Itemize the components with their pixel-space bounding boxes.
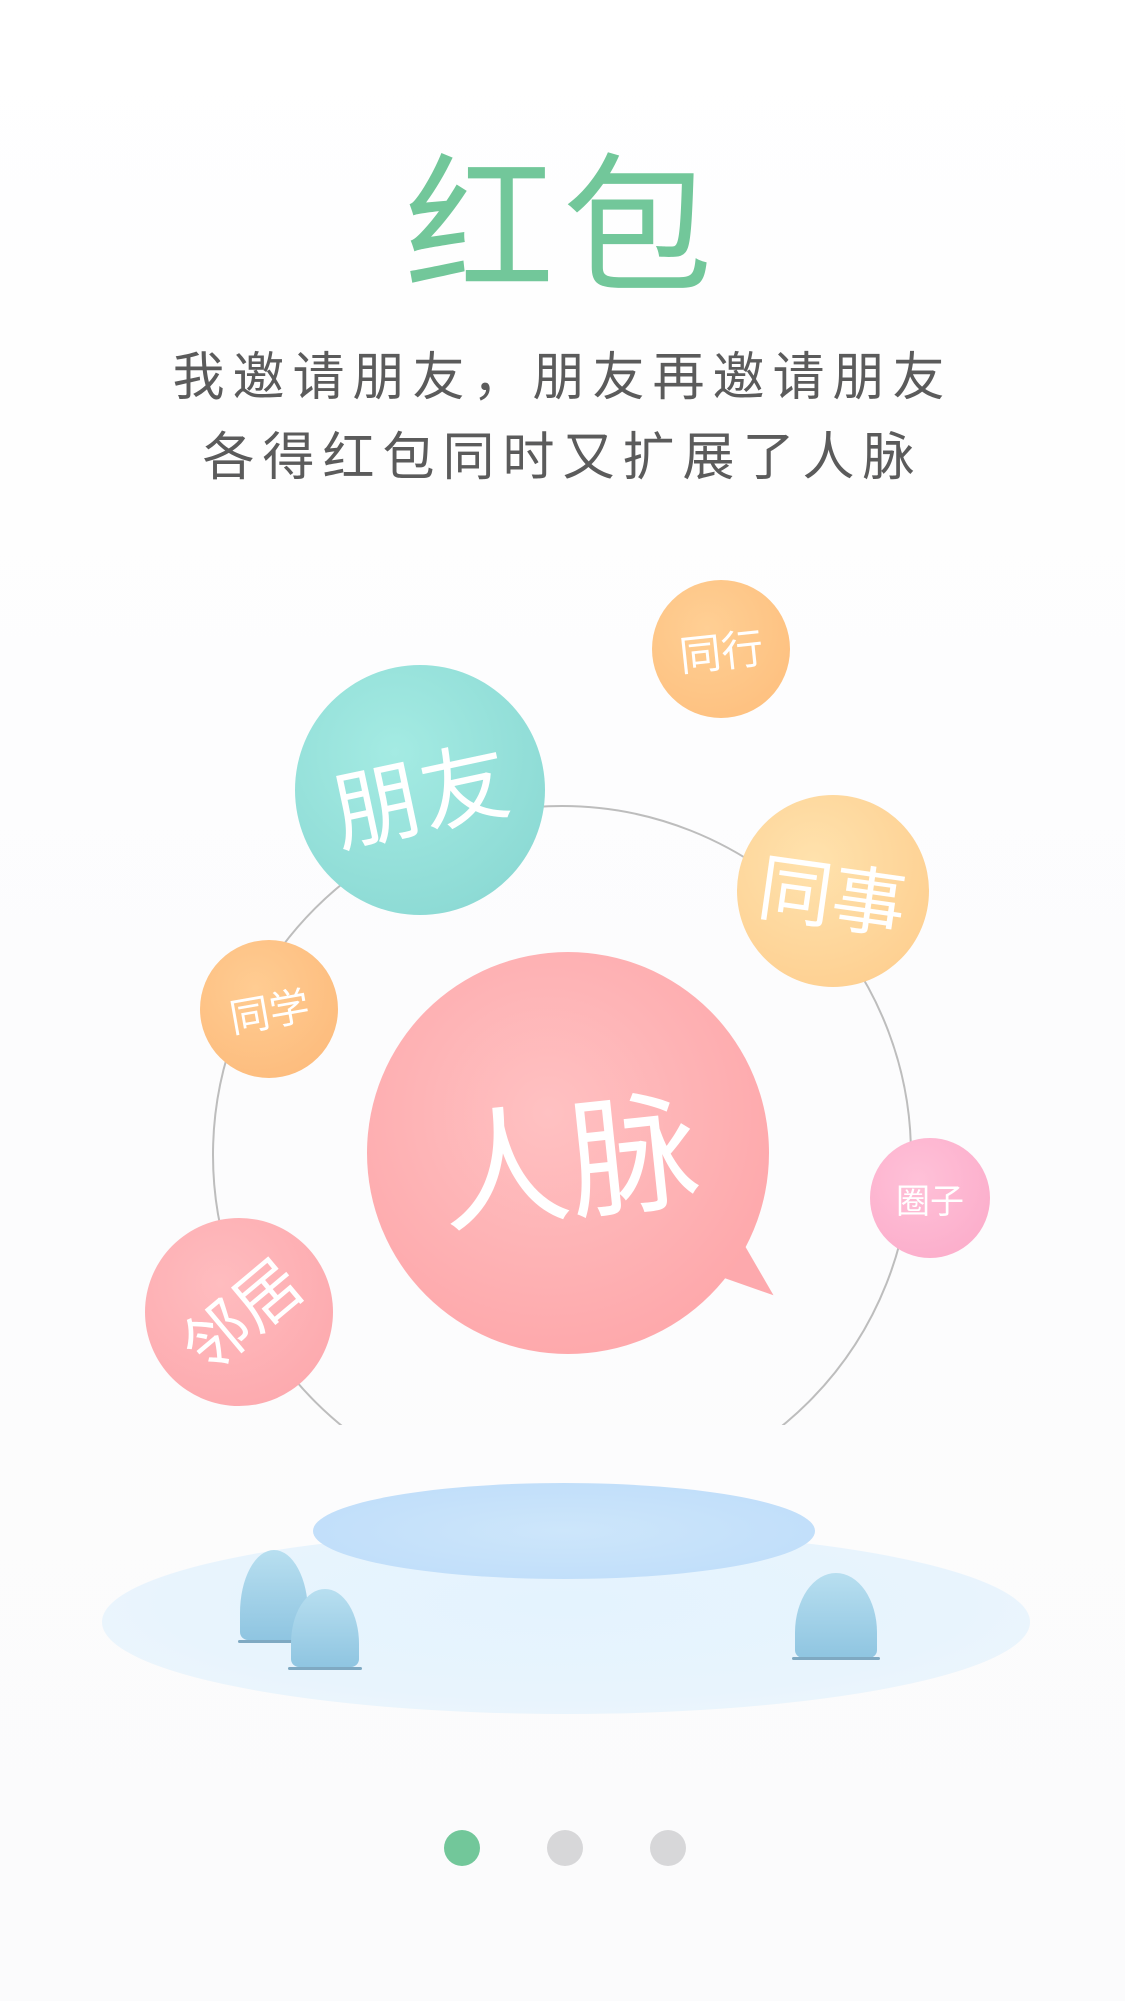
bubble-neighbor: 邻居 [145, 1218, 333, 1406]
bubble-colleague-label: 同事 [752, 844, 912, 951]
page-title: 红包 [404, 141, 721, 315]
bubble-friend-label: 朋友 [322, 727, 521, 866]
subtitle-line-1: 我邀请朋友，朋友再邀请朋友 [172, 348, 953, 408]
page-dot-2[interactable] [547, 1830, 583, 1866]
onboarding-page: 红包 我邀请朋友，朋友再邀请朋友 各得红包同时又扩展了人脉 朋友 同行 同事 同… [0, 0, 1125, 2001]
bubble-circle: 圈子 [870, 1138, 990, 1258]
pond-water [313, 1483, 815, 1579]
page-dot-1[interactable] [444, 1830, 480, 1866]
bubble-colleague: 同事 [737, 795, 929, 987]
bubble-circle-label: 圈子 [896, 1181, 964, 1222]
bubble-classmate: 同学 [200, 940, 338, 1078]
bubble-peer-label: 同行 [676, 623, 766, 681]
bubble-network-center: 人脉 [367, 952, 769, 1354]
page-indicator [0, 1830, 1125, 1866]
bubble-peer: 同行 [652, 580, 790, 718]
hill-left-short-base [288, 1667, 362, 1670]
bubble-neighbor-label: 邻居 [167, 1244, 318, 1389]
bubble-network-label: 人脉 [431, 1074, 707, 1254]
page-dot-3[interactable] [650, 1830, 686, 1866]
subtitle-line-2: 各得红包同时又扩展了人脉 [202, 428, 923, 488]
bubble-classmate-label: 同学 [226, 983, 314, 1043]
bubble-friend: 朋友 [295, 665, 545, 915]
hill-right-base [792, 1657, 880, 1660]
